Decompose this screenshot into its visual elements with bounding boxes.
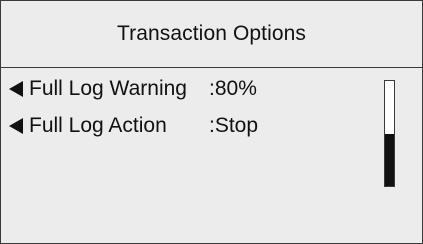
option-label: Full Log Action	[29, 114, 167, 137]
left-triangle-icon	[9, 118, 23, 134]
title-bar: Transaction Options	[1, 1, 422, 68]
scrollbar[interactable]	[384, 80, 395, 187]
scrollbar-thumb[interactable]	[385, 133, 394, 186]
option-full-log-action[interactable]: Full Log Action : Stop	[9, 111, 258, 141]
option-full-log-warning[interactable]: Full Log Warning : 80%	[9, 74, 257, 104]
option-value: 80%	[214, 77, 257, 100]
screen-title: Transaction Options	[116, 22, 307, 45]
option-value: Stop	[214, 114, 259, 137]
display-frame: Transaction Options Full Log Warning : 8…	[0, 0, 423, 244]
left-triangle-icon	[9, 81, 23, 97]
option-label: Full Log Warning	[29, 77, 187, 100]
